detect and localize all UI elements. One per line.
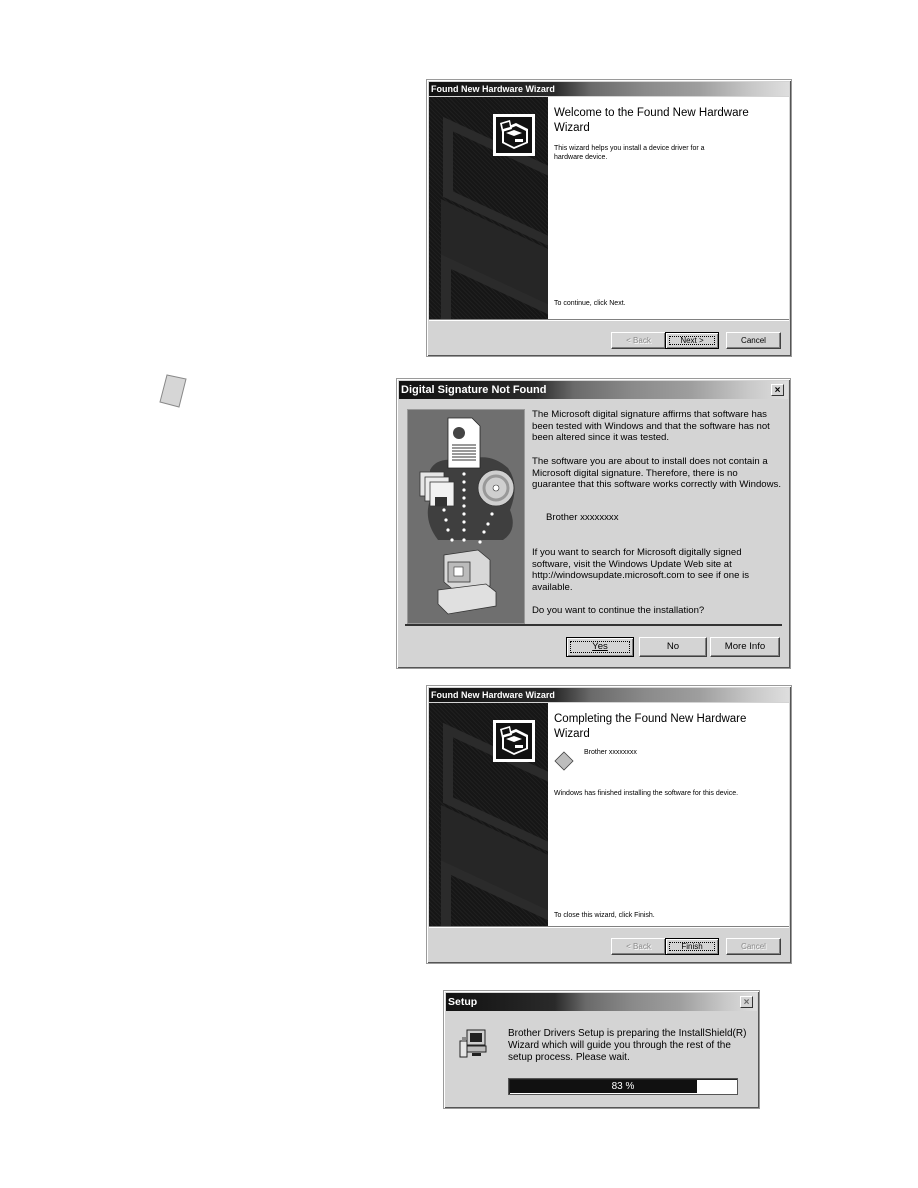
progress-bar: 83 % bbox=[508, 1078, 738, 1095]
hardware-box-icon bbox=[493, 114, 535, 156]
note-page-icon bbox=[158, 374, 188, 408]
back-button[interactable]: < Back bbox=[611, 332, 666, 349]
setup-titlebar[interactable]: Setup bbox=[446, 993, 757, 1011]
signature-paragraph-1: The Microsoft digital signature affirms … bbox=[532, 409, 770, 443]
wizard-complete-footer: To close this wizard, click Finish. bbox=[554, 912, 655, 919]
setup-computer-icon bbox=[458, 1027, 488, 1059]
wizard-welcome-heading: Welcome to the Found New Hardware Wizard bbox=[554, 107, 749, 134]
more-info-button[interactable]: More Info bbox=[710, 637, 780, 657]
no-button[interactable]: No bbox=[639, 637, 707, 657]
wizard-welcome-footer: To continue, click Next. bbox=[554, 300, 626, 307]
signature-paragraph-2: The software you are about to install do… bbox=[532, 456, 782, 490]
separator bbox=[429, 319, 789, 321]
signature-paragraph-3: If you want to search for Microsoft digi… bbox=[532, 547, 750, 593]
finish-button[interactable]: Finish bbox=[665, 938, 719, 955]
device-name: Brother xxxxxxxx bbox=[584, 749, 637, 756]
wizard-complete-titlebar[interactable]: Found New Hardware Wizard bbox=[429, 688, 789, 702]
separator bbox=[429, 926, 789, 928]
signature-titlebar[interactable]: Digital Signature Not Found bbox=[399, 381, 788, 399]
wizard-complete-content: Completing the Found New Hardware Wizard… bbox=[548, 703, 789, 927]
yes-button[interactable]: Yes bbox=[566, 637, 634, 657]
document-icon bbox=[447, 417, 481, 469]
signature-illustration bbox=[407, 409, 525, 624]
wizard-welcome-description: This wizard helps you install a device d… bbox=[554, 145, 705, 161]
cd-icon bbox=[477, 469, 515, 507]
back-button[interactable]: < Back bbox=[611, 938, 666, 955]
wizard-welcome-titlebar[interactable]: Found New Hardware Wizard bbox=[429, 82, 789, 96]
progress-label: 83 % bbox=[611, 1081, 635, 1092]
install-status: Windows has finished installing the soft… bbox=[554, 790, 739, 797]
device-name: Brother xxxxxxxx bbox=[546, 512, 619, 523]
continue-question: Do you want to continue the installation… bbox=[532, 605, 705, 616]
wizard-complete-dialog: Found New Hardware Wizard Completing the… bbox=[426, 685, 792, 964]
computer-icon bbox=[437, 549, 497, 615]
close-button[interactable]: × bbox=[740, 996, 753, 1008]
setup-dialog: Setup × Brother Drivers Setup is prepari… bbox=[443, 990, 760, 1109]
wizard-welcome-content: Welcome to the Found New Hardware Wizard… bbox=[548, 97, 789, 320]
wizard-welcome-dialog: Found New Hardware Wizard Welcome to the… bbox=[426, 79, 792, 357]
hardware-box-icon bbox=[493, 720, 535, 762]
signature-dialog: Digital Signature Not Found × The Micros… bbox=[396, 378, 791, 669]
cancel-button[interactable]: Cancel bbox=[726, 938, 781, 955]
wizard-side-banner bbox=[429, 97, 548, 320]
next-button[interactable]: Next > bbox=[665, 332, 719, 349]
wizard-side-banner bbox=[429, 703, 548, 927]
close-button[interactable]: × bbox=[771, 384, 784, 396]
floppy-disks-icon bbox=[419, 471, 455, 507]
separator bbox=[405, 624, 782, 626]
cancel-button[interactable]: Cancel bbox=[726, 332, 781, 349]
wizard-complete-heading: Completing the Found New Hardware Wizard bbox=[554, 713, 747, 740]
device-diamond-icon bbox=[554, 751, 574, 771]
setup-message: Brother Drivers Setup is preparing the I… bbox=[508, 1028, 747, 1063]
